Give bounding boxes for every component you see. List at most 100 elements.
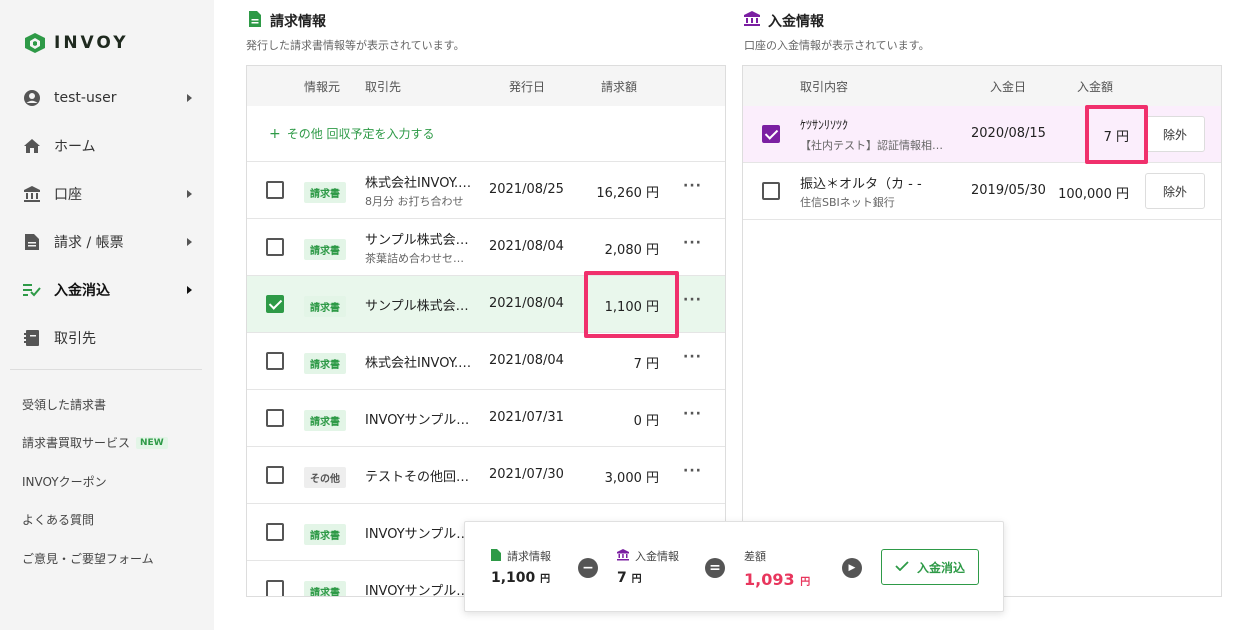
invoice-amount: 0 円 xyxy=(633,414,659,429)
link-factoring-service[interactable]: 請求書買取サービス NEW xyxy=(22,424,168,463)
invoice-amount: 2,080 円 xyxy=(604,243,659,258)
client-name: テストその他回… xyxy=(365,470,470,485)
sidebar-item-user[interactable]: test-user xyxy=(0,74,214,122)
bank-icon xyxy=(22,184,42,204)
summary-payment-value: 7 xyxy=(617,570,627,586)
client-name: 株式会社INVOY.… xyxy=(365,176,472,191)
summary-diff-label: 差額 xyxy=(744,550,766,563)
payment-desc: 振込＊オルタ（カ - - xyxy=(800,177,922,192)
sidebar-item-invoices[interactable]: 請求 / 帳票 xyxy=(0,218,214,266)
sidebar-item-label: 請求 / 帳票 xyxy=(54,235,124,251)
invoice-row-selected[interactable]: 請求書 サンプル株式会… 2021/08/04 1,100 円 ··· xyxy=(247,276,725,333)
payment-row[interactable]: 振込＊オルタ（カ - - 住信SBIネット銀行 2019/05/30 100,0… xyxy=(743,163,1221,220)
payment-amount: 7 円 xyxy=(1103,130,1129,145)
row-checkbox[interactable] xyxy=(266,466,284,484)
invoice-row[interactable]: 請求書 INVOYサンプル… 2021/07/31 0 円 ··· xyxy=(247,390,725,447)
type-badge: 請求書 xyxy=(304,239,346,260)
issue-date: 2021/07/30 xyxy=(489,467,564,482)
sidebar-nav: test-user ホーム 口座 請求 / 帳票 入金消込 取引先 xyxy=(0,74,214,362)
invoice-section-title: 請求情報 xyxy=(270,14,326,30)
more-icon[interactable]: ··· xyxy=(683,406,702,422)
check-icon xyxy=(895,560,909,574)
sidebar-item-label: ホーム xyxy=(54,139,96,155)
row-checkbox[interactable] xyxy=(266,181,284,199)
link-feedback[interactable]: ご意見・ご要望フォーム xyxy=(22,539,168,578)
row-checkbox[interactable] xyxy=(266,580,284,596)
bank-icon xyxy=(744,11,760,31)
payment-desc: ｹﾂｻﾝﾘｿﾂｸ xyxy=(800,118,849,132)
client-name: 株式会社INVOY.… xyxy=(365,356,472,371)
type-badge: 請求書 xyxy=(304,410,346,431)
play-icon: ▶ xyxy=(842,558,862,578)
more-icon[interactable]: ··· xyxy=(683,463,702,479)
sidebar-item-home[interactable]: ホーム xyxy=(0,122,214,170)
minus-icon: − xyxy=(578,558,598,578)
bank-icon xyxy=(617,548,629,564)
type-badge: 請求書 xyxy=(304,182,346,203)
invoice-doc-icon xyxy=(248,11,262,31)
add-label: その他 回収予定を入力する xyxy=(286,127,435,141)
home-icon xyxy=(22,136,42,156)
invoice-note: 茶葉詰め合わせセ… xyxy=(365,252,464,265)
sidebar-item-account[interactable]: 口座 xyxy=(0,170,214,218)
exclude-button[interactable]: 除外 xyxy=(1145,116,1205,152)
issue-date: 2021/08/04 xyxy=(489,296,564,311)
invoice-amount: 7 円 xyxy=(633,357,659,372)
exclude-button[interactable]: 除外 xyxy=(1145,173,1205,209)
more-icon[interactable]: ··· xyxy=(683,178,702,194)
sidebar: INVOY test-user ホーム 口座 請求 / 帳票 入金消込 取引先 … xyxy=(0,0,214,630)
invoice-section-subtitle: 発行した請求書情報等が表示されています。 xyxy=(246,39,465,52)
reconcile-summary-bar: 請求情報 1,100 円 − 入金情報 7 円 = 差額 1,093 円 ▶ 入… xyxy=(464,521,1004,612)
invoice-row[interactable]: その他 テストその他回… 2021/07/30 3,000 円 ··· xyxy=(247,447,725,504)
row-checkbox[interactable] xyxy=(266,238,284,256)
client-name: サンプル株式会… xyxy=(365,299,469,314)
payment-row-selected[interactable]: ｹﾂｻﾝﾘｿﾂｸ 【社内テスト】認証情報相… 2020/08/15 7 円 除外 xyxy=(743,106,1221,163)
sidebar-item-label: 取引先 xyxy=(54,331,96,347)
summary-diff: 差額 1,093 円 xyxy=(744,548,810,589)
row-checkbox-checked[interactable] xyxy=(762,125,780,143)
row-checkbox[interactable] xyxy=(266,409,284,427)
more-icon[interactable]: ··· xyxy=(683,235,702,251)
payment-note: 住信SBIネット銀行 xyxy=(800,196,895,209)
summary-diff-value: 1,093 xyxy=(744,570,795,589)
user-circle-icon xyxy=(22,88,42,108)
sidebar-links: 受領した請求書 請求書買取サービス NEW INVOYクーポン よくある質問 ご意… xyxy=(22,385,168,578)
row-checkbox[interactable] xyxy=(266,352,284,370)
equals-icon: = xyxy=(705,558,725,578)
sidebar-item-contacts[interactable]: 取引先 xyxy=(0,314,214,362)
row-checkbox[interactable] xyxy=(762,182,780,200)
type-badge: 請求書 xyxy=(304,524,346,545)
row-checkbox-checked[interactable] xyxy=(266,295,284,313)
row-checkbox[interactable] xyxy=(266,523,284,541)
link-faq[interactable]: よくある質問 xyxy=(22,501,168,540)
logo-text: INVOY xyxy=(54,33,129,53)
col-date: 入金日 xyxy=(990,80,1027,94)
more-icon[interactable]: ··· xyxy=(683,349,702,365)
col-amount: 入金額 xyxy=(1077,80,1114,94)
sidebar-item-reconcile[interactable]: 入金消込 xyxy=(0,266,214,314)
add-other-receivable-button[interactable]: + その他 回収予定を入力する xyxy=(247,106,725,162)
client-name: サンプル株式会… xyxy=(365,233,469,248)
link-label: 請求書買取サービス xyxy=(22,436,131,451)
type-badge: 請求書 xyxy=(304,353,346,374)
reconcile-button-label: 入金消込 xyxy=(916,560,965,575)
invoice-row[interactable]: 請求書 株式会社INVOY.… 8月分 お打ち合わせ 2021/08/25 16… xyxy=(247,162,725,219)
payment-section-subtitle: 口座の入金情報が表示されています。 xyxy=(744,39,930,52)
unit: 円 xyxy=(800,577,811,588)
invoice-section-header: 請求情報 xyxy=(248,11,326,31)
link-label: 受領した請求書 xyxy=(22,397,107,412)
link-coupon[interactable]: INVOYクーポン xyxy=(22,462,168,501)
chevron-right-icon xyxy=(187,94,192,102)
logo[interactable]: INVOY xyxy=(24,32,129,54)
contacts-book-icon xyxy=(22,328,42,348)
col-source: 情報元 xyxy=(304,80,341,94)
invoice-row[interactable]: 請求書 株式会社INVOY.… 2021/08/04 7 円 ··· xyxy=(247,333,725,390)
reconcile-button[interactable]: 入金消込 xyxy=(881,549,979,585)
link-received-invoices[interactable]: 受領した請求書 xyxy=(22,385,168,424)
col-desc: 取引内容 xyxy=(800,80,849,94)
invoice-amount: 3,000 円 xyxy=(604,471,659,486)
invoice-row[interactable]: 請求書 サンプル株式会… 茶葉詰め合わせセ… 2021/08/04 2,080 … xyxy=(247,219,725,276)
more-icon[interactable]: ··· xyxy=(683,292,702,308)
invoice-note: 8月分 お打ち合わせ xyxy=(365,195,464,208)
link-label: よくある質問 xyxy=(22,513,95,528)
